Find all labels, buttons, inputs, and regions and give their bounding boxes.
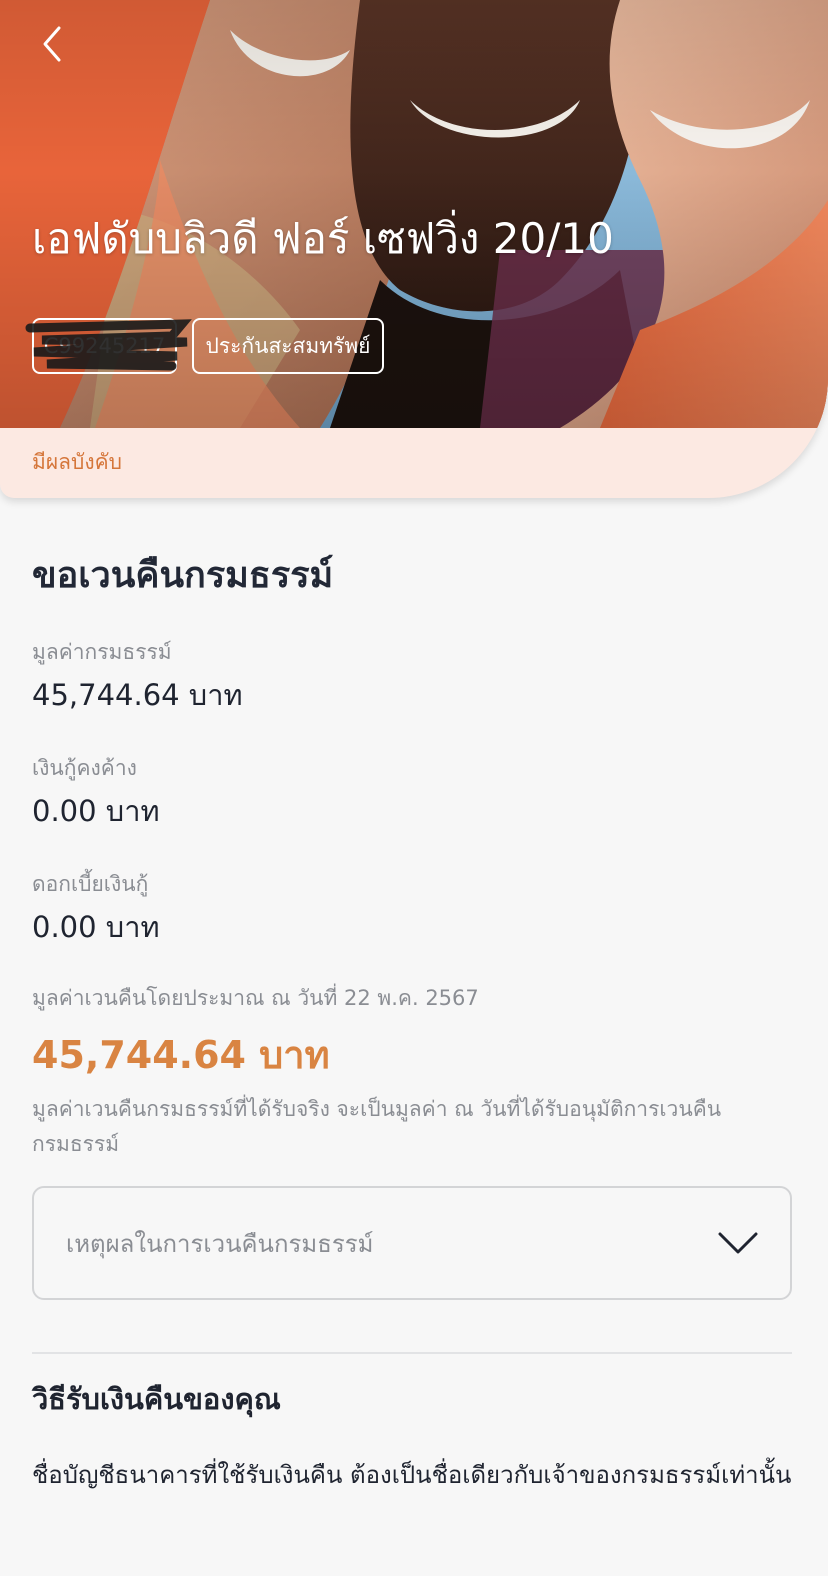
policy-number-chip: C99245217 bbox=[32, 318, 177, 374]
policy-name: เอฟดับบลิวดี ฟอร์ เซฟวิ่ง 20/10 bbox=[32, 214, 614, 263]
loan-interest-value: 0.00 บาท bbox=[32, 910, 160, 944]
policy-type-chip: ประกันสะสมทรัพย์ bbox=[192, 318, 384, 374]
back-button[interactable] bbox=[28, 20, 76, 68]
refund-method-title: วิธีรับเงินคืนของคุณ bbox=[32, 1382, 281, 1416]
outstanding-loan-value: 0.00 บาท bbox=[32, 794, 160, 828]
surrender-reason-select[interactable]: เหตุผลในการเวนคืนกรมธรรม์ bbox=[32, 1186, 792, 1300]
policy-value-label: มูลค่ากรมธรรม์ bbox=[32, 640, 172, 664]
loan-interest-label: ดอกเบี้ยเงินกู้ bbox=[32, 872, 149, 896]
policy-header-card: เอฟดับบลิวดี ฟอร์ เซฟวิ่ง 20/10 C9924521… bbox=[0, 0, 828, 498]
policy-status: มีผลบังคับ bbox=[32, 450, 122, 474]
refund-method-text: ชื่อบัญชีธนาคารที่ใช้รับเงินคืน ต้องเป็น… bbox=[32, 1461, 792, 1489]
chevron-left-icon bbox=[43, 26, 61, 62]
page-title: ขอเวนคืนกรมธรรม์ bbox=[32, 555, 334, 596]
hero-banner: เอฟดับบลิวดี ฟอร์ เซฟวิ่ง 20/10 C9924521… bbox=[0, 0, 828, 428]
section-divider bbox=[32, 1352, 792, 1354]
chevron-down-icon bbox=[718, 1232, 758, 1254]
surrender-note: มูลค่าเวนคืนกรมธรรม์ที่ได้รับจริง จะเป็น… bbox=[32, 1097, 722, 1156]
surrender-reason-placeholder: เหตุผลในการเวนคืนกรมธรรม์ bbox=[66, 1229, 374, 1258]
policy-value: 45,744.64 บาท bbox=[32, 678, 243, 712]
outstanding-loan-label: เงินกู้คงค้าง bbox=[32, 756, 137, 780]
estimated-surrender-label: มูลค่าเวนคืนโดยประมาณ ณ วันที่ 22 พ.ค. 2… bbox=[32, 986, 479, 1010]
estimated-surrender-value: 45,744.64 บาท bbox=[32, 1033, 330, 1077]
